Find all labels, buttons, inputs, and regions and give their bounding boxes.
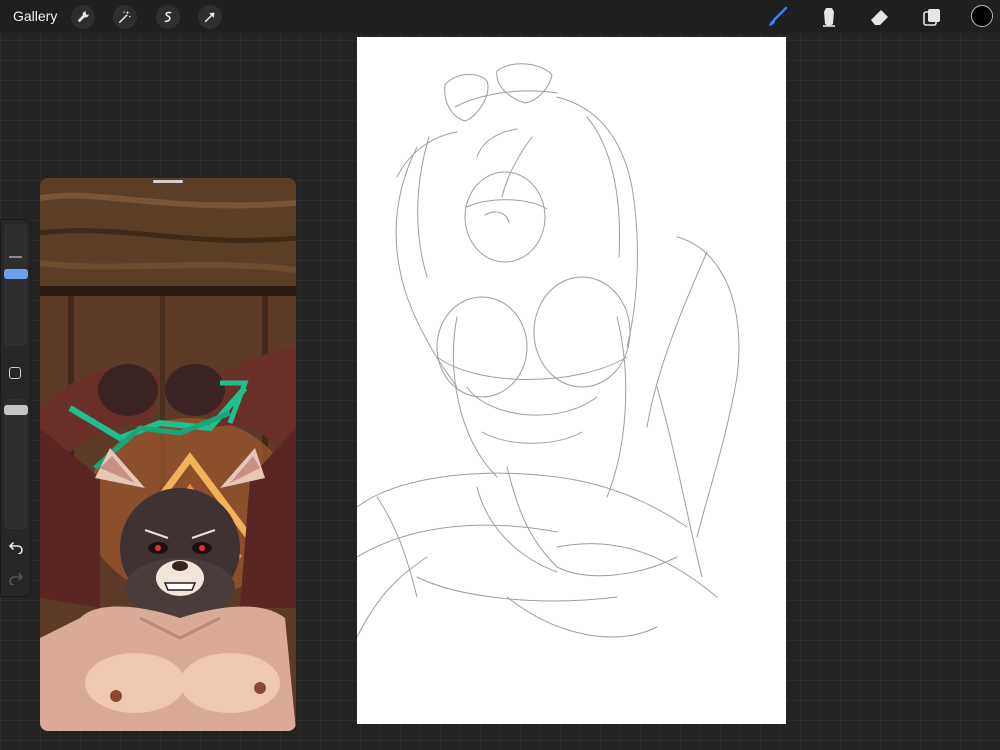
- brush-size-slider[interactable]: [4, 224, 27, 346]
- redo-icon[interactable]: [8, 571, 24, 585]
- color-picker-button[interactable]: [971, 5, 993, 27]
- brush-size-knob[interactable]: [4, 269, 28, 279]
- reference-image: [40, 178, 296, 731]
- top-toolbar: Gallery: [0, 0, 1000, 33]
- modify-button[interactable]: [9, 367, 21, 379]
- opacity-slider[interactable]: [4, 399, 27, 529]
- selection-icon[interactable]: [156, 5, 180, 29]
- slider-tick: [9, 256, 22, 258]
- transform-arrow-icon[interactable]: [198, 5, 222, 29]
- layers-icon[interactable]: [920, 5, 944, 29]
- magic-wand-icon[interactable]: [113, 5, 137, 29]
- drawing-canvas[interactable]: [356, 37, 786, 724]
- side-bar: [0, 219, 31, 597]
- brush-icon[interactable]: [766, 5, 790, 29]
- wrench-icon[interactable]: [71, 5, 95, 29]
- undo-icon[interactable]: [8, 540, 24, 554]
- gallery-button[interactable]: Gallery: [13, 8, 57, 24]
- reference-drag-handle[interactable]: [153, 180, 183, 183]
- pencil-sketch: [356, 63, 740, 638]
- reference-image-panel[interactable]: [40, 178, 296, 731]
- eraser-icon[interactable]: [868, 5, 892, 29]
- smudge-icon[interactable]: [817, 5, 841, 29]
- opacity-knob[interactable]: [4, 405, 28, 415]
